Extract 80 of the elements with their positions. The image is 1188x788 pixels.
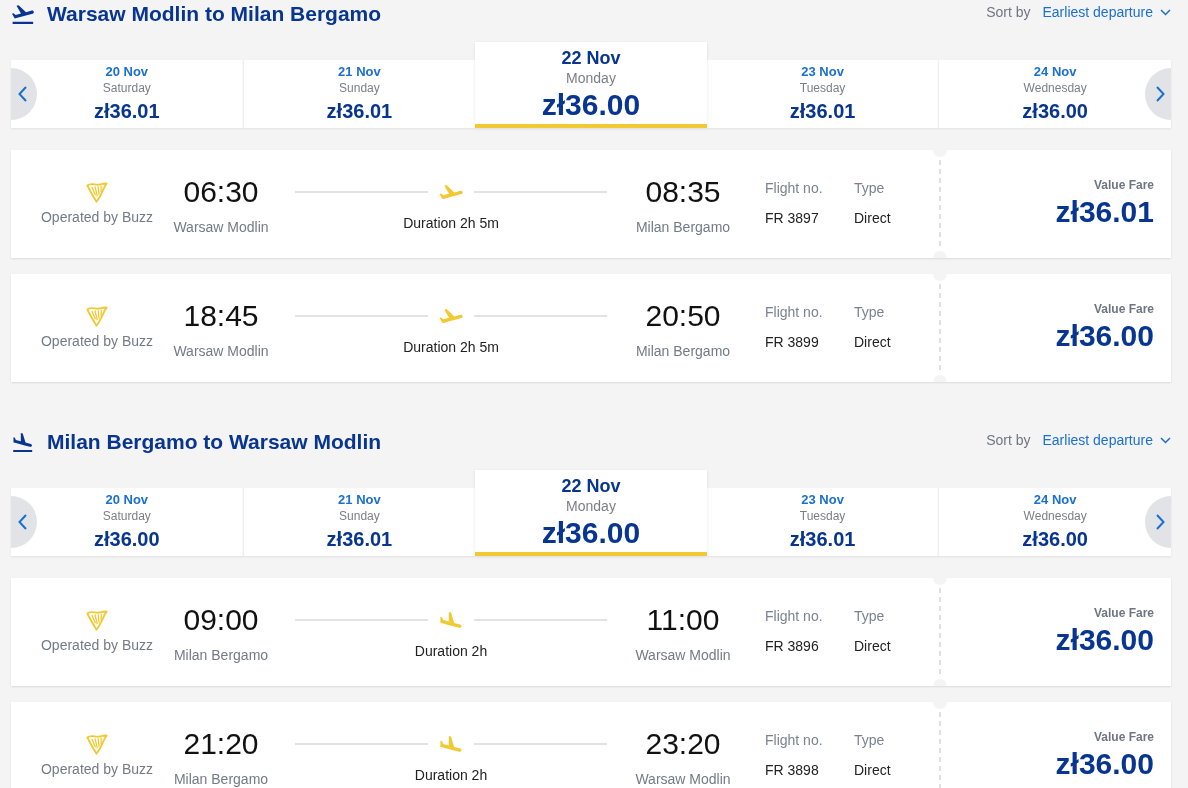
operator-label: Operated by Buzz (40, 332, 154, 350)
date-tab[interactable]: 22 Nov Monday zł36.00 (475, 42, 707, 128)
date-tab[interactable]: 22 Nov Monday zł36.00 (475, 470, 707, 556)
plane-landing-icon (12, 432, 34, 452)
flight-duration: Duration 2h 5m (403, 338, 499, 356)
flight-number-label: Flight no. (765, 179, 823, 197)
fare-label: Value Fare (1093, 177, 1154, 193)
departure-time: 21:20 (183, 727, 259, 761)
flight-number-label: Flight no. (765, 607, 823, 625)
date-tab[interactable]: 23 Nov Tuesday zł36.01 (706, 60, 939, 128)
date-tab[interactable]: 23 Nov Tuesday zł36.01 (706, 488, 939, 556)
chevron-down-icon (1160, 436, 1171, 444)
departure-time: 09:00 (183, 603, 259, 637)
arrival-time: 08:35 (645, 175, 721, 209)
flight-type: Direct (854, 333, 891, 351)
route-title: Milan Bergamo to Warsaw Modlin (47, 429, 382, 455)
date-tab[interactable]: 21 Nov Sunday zł36.01 (242, 60, 476, 128)
arrival-airport: Warsaw Modlin (635, 770, 731, 788)
flight-number: FR 3898 (765, 761, 819, 779)
date-tab[interactable]: 20 Nov Saturday zł36.00 (11, 488, 243, 556)
chevron-down-icon (1160, 8, 1171, 16)
flight-number: FR 3899 (765, 333, 819, 351)
flight-type-label: Type (854, 303, 885, 321)
departure-time: 06:30 (183, 175, 259, 209)
plane-landing-icon (439, 612, 463, 628)
arrival-airport: Warsaw Modlin (635, 646, 731, 664)
flight-type-label: Type (854, 179, 885, 197)
fare-label: Value Fare (1093, 301, 1154, 317)
arrival-time: 20:50 (645, 299, 721, 333)
operator-label: Operated by Buzz (40, 208, 154, 226)
plane-takeoff-icon (439, 309, 463, 323)
operator-label: Operated by Buzz (40, 636, 154, 654)
date-tab[interactable]: 21 Nov Sunday zł36.01 (242, 488, 476, 556)
chevron-right-icon (1155, 86, 1165, 102)
arrival-time: 11:00 (646, 603, 720, 637)
date-tab[interactable]: 24 Nov Wednesday zł36.00 (938, 60, 1171, 128)
flight-duration: Duration 2h 5m (403, 214, 499, 232)
harp-logo-icon (86, 182, 108, 203)
date-tab[interactable]: 24 Nov Wednesday zł36.00 (938, 488, 1171, 556)
plane-takeoff-icon (12, 4, 34, 24)
chevron-left-icon (17, 86, 27, 102)
flight-type-label: Type (854, 607, 885, 625)
fare-price: zł36.00 (1055, 623, 1154, 657)
chevron-left-icon (17, 514, 27, 530)
departure-airport: Warsaw Modlin (173, 342, 269, 360)
date-tab[interactable]: 20 Nov Saturday zł36.01 (11, 60, 243, 128)
route-title: Warsaw Modlin to Milan Bergamo (47, 1, 382, 27)
plane-landing-icon (439, 736, 463, 752)
arrival-time: 23:20 (645, 727, 721, 761)
fare-price: zł36.00 (1055, 747, 1154, 781)
sort-dropdown[interactable]: Earliest departure (1042, 4, 1171, 20)
fare-price: zł36.01 (1055, 195, 1154, 229)
departure-time: 18:45 (183, 299, 259, 333)
arrival-airport: Milan Bergamo (635, 218, 731, 236)
harp-logo-icon (86, 306, 108, 327)
flight-number-label: Flight no. (765, 731, 823, 749)
operator-label: Operated by Buzz (40, 760, 154, 778)
flight-duration: Duration 2h (414, 766, 488, 784)
departure-airport: Milan Bergamo (173, 770, 269, 788)
chevron-right-icon (1155, 514, 1165, 530)
fare-label: Value Fare (1093, 605, 1154, 621)
sort-label: Sort by (986, 4, 1031, 20)
harp-logo-icon (86, 734, 108, 755)
sort-label: Sort by (986, 432, 1031, 448)
flight-type: Direct (854, 209, 891, 227)
sort-dropdown[interactable]: Earliest departure (1042, 432, 1171, 448)
departure-airport: Warsaw Modlin (173, 218, 269, 236)
flight-type: Direct (854, 761, 891, 779)
flight-number: FR 3896 (765, 637, 819, 655)
departure-airport: Milan Bergamo (173, 646, 269, 664)
flight-number-label: Flight no. (765, 303, 823, 321)
fare-price: zł36.00 (1055, 319, 1154, 353)
arrival-airport: Milan Bergamo (635, 342, 731, 360)
harp-logo-icon (86, 610, 108, 631)
flight-type-label: Type (854, 731, 885, 749)
flight-type: Direct (854, 637, 891, 655)
flight-number: FR 3897 (765, 209, 819, 227)
flight-duration: Duration 2h (414, 642, 488, 660)
plane-takeoff-icon (439, 185, 463, 199)
fare-label: Value Fare (1093, 729, 1154, 745)
